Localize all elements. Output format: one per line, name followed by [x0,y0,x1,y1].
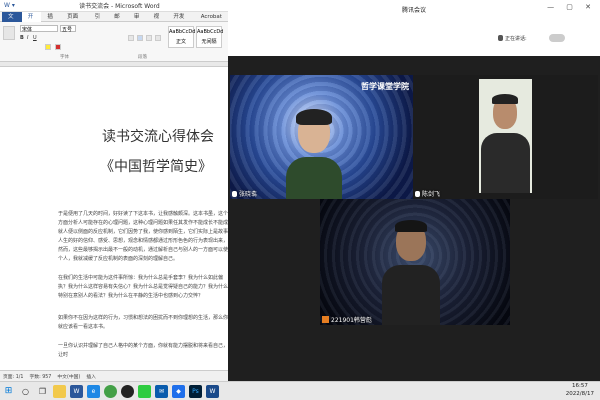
word-window-title: 读书交流会 - Microsoft Word [79,3,160,10]
font-group-label: 字体 [60,55,69,60]
tencent-meeting-icon[interactable]: ◆ [172,384,185,398]
mail-icon[interactable]: ✉ [155,384,168,398]
explorer-icon[interactable] [53,384,66,398]
word-window: W ▾ 读书交流会 - Microsoft Word 文件 开始 插入 页面布局… [0,0,228,381]
doc-title-line2: 《中国哲学简史》 [100,159,212,175]
mic-icon [498,35,503,41]
task-view-icon[interactable]: ❐ [36,385,49,398]
participant-1-name: 张晓翕 [239,191,258,198]
paste-button[interactable] [3,26,15,40]
qq-icon[interactable] [121,384,134,398]
wechat-icon[interactable] [138,384,151,398]
font-size-value: 五号 [62,27,73,33]
font-color-button[interactable] [55,44,61,50]
style-normal[interactable]: AaBbCcDd 正文 [168,26,196,48]
doc-title-line1: 读书交流心得体会 [102,129,214,145]
speaker-avatars [548,34,565,42]
align-right-button[interactable] [146,35,152,41]
video-tile-2[interactable]: 陈剑飞 [413,75,598,199]
status-mode[interactable]: 插入 [86,373,96,380]
mic-muted-icon [322,316,329,323]
person-1-hair [296,109,332,125]
edge-icon[interactable]: e [87,384,100,398]
taskbar: ⊞ ○ ❐ W e ✉ ◆ Ps W [0,381,600,400]
doc-paragraph-1: 于是便用了几天的时间，好好读了下这本书，让我感触颇深。这本书虽，这个方面分析人可… [58,211,228,262]
person-1-figure [286,109,342,199]
word-ribbon-tabs: 文件 开始 插入 页面布局 引用 邮件 审阅 视图 开发工具 Acrobat [0,11,228,30]
status-language[interactable]: 中文(中国) [57,373,80,380]
font-size-select[interactable]: 五号 [60,25,76,33]
video-tile-3[interactable]: 221901韩营彪 [320,199,510,325]
word-statusbar: 页面: 1/1 字数: 957 中文(中国) 插入 [0,370,228,381]
participant-2-name: 陈剑飞 [422,191,441,198]
bold-button[interactable]: B [20,35,24,41]
word-icon[interactable]: W [70,384,83,398]
banner-text: 哲学课堂学院 [361,82,409,91]
italic-button[interactable]: I [27,35,28,41]
chrome-icon[interactable] [104,384,117,398]
style-nospacing[interactable]: AaBbCcDd 无间隔 [196,26,224,48]
underline-button[interactable]: U [33,35,37,41]
font-name-value: 宋体 [22,27,33,33]
justify-button[interactable] [155,35,161,41]
mic-icon [415,190,420,197]
align-center-button[interactable] [137,35,143,41]
meeting-titlebar: 腾讯会议 — ▢ ✕ [228,0,600,18]
person-3-hair [395,220,427,232]
word-secondary-icon[interactable]: W [206,384,219,398]
doc-paragraph-4: 一旦你认识并理解了自己人格中的某个方面，你就有能力摆脱和将来看自己，让时 [58,343,228,358]
word-ribbon: 宋体 五号 B I U AaBbCcDd 正文 AaBbCcDd 无间隔 字体 … [0,22,228,62]
status-words[interactable]: 字数: 957 [29,373,51,380]
status-page[interactable]: 页面: 1/1 [3,373,23,380]
meeting-title: 腾讯会议 [401,6,426,14]
tab-developer[interactable]: 开发工具 [167,12,194,30]
tile-2-video [479,79,532,193]
speaking-indicator: 正在讲话: [498,34,565,42]
doc-paragraph-3: 如果你不在因为这样的行为，习惯和想法的困扰而不到你理想的生活，那么你就应该看一看… [58,315,228,330]
search-icon[interactable]: ○ [19,385,32,398]
tab-mailings[interactable]: 邮件 [108,12,128,30]
tab-insert[interactable]: 插入 [41,12,61,30]
mic-icon [232,190,237,197]
word-quick-access[interactable]: W ▾ [4,2,15,9]
tab-file[interactable]: 文件 [2,11,22,30]
speaking-label: 正在讲话: [505,35,527,42]
font-name-select[interactable]: 宋体 [20,25,58,33]
clock-time: 16:57 [571,383,588,389]
tab-layout[interactable]: 页面布局 [61,12,88,30]
person-2-hair [492,94,518,104]
style-normal-label: 正文 [175,39,186,45]
doc-paragraph-2: 在我们的生活中可能为这件事所惊：我为什么总是手套李？我为什么如此偏执？我为什么这… [58,275,228,299]
tab-home[interactable]: 开始 [21,11,42,30]
taskbar-clock[interactable]: 16:57 2022/8/17 [566,382,594,398]
style-normal-sample: AaBbCcDd [169,29,196,35]
participant-3-name: 221901韩营彪 [331,317,372,324]
photoshop-icon[interactable]: Ps [189,384,202,398]
tab-references[interactable]: 引用 [89,12,109,30]
tab-view[interactable]: 视图 [148,12,168,30]
paragraph-group-label: 段落 [138,55,147,60]
person-1-body [286,157,342,199]
person-3-body [382,265,440,325]
ruler [0,62,228,67]
align-left-button[interactable] [128,35,134,41]
video-tile-1[interactable]: 哲学课堂学院 张晓翕 [230,75,413,199]
tile-3-label: 221901韩营彪 [322,315,372,324]
style-nospacing-sample: AaBbCcDd [197,29,224,35]
highlight-button[interactable] [45,44,51,50]
tab-acrobat[interactable]: Acrobat [195,12,228,22]
clock-date: 2022/8/17 [565,391,594,397]
person-2-body [481,133,530,193]
tile-1-label: 张晓翕 [232,189,257,198]
tile-2-label: 陈剑飞 [415,189,440,198]
style-nospacing-label: 无间隔 [201,39,217,45]
document-page[interactable]: 读书交流心得体会 《中国哲学简史》 于是便用了几天的时间，好好读了下这本书，让我… [0,68,228,370]
tab-review[interactable]: 审阅 [128,12,148,30]
window-controls[interactable]: — ▢ ✕ [547,3,596,11]
person-3-figure [382,220,440,325]
start-icon[interactable]: ⊞ [2,385,15,398]
word-titlebar: W ▾ 读书交流会 - Microsoft Word [0,0,228,12]
